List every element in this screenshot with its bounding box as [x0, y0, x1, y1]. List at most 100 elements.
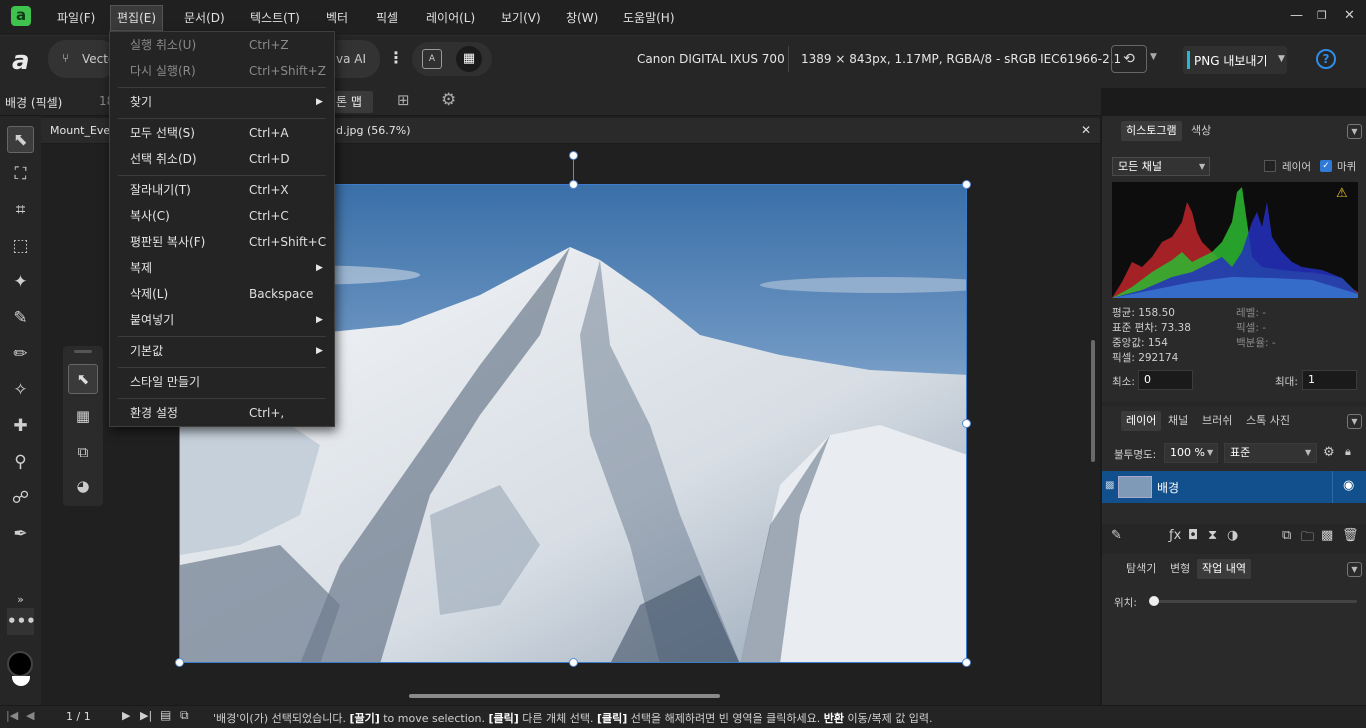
menu-item-cut[interactable]: 잘라내기(T) Ctrl+X — [110, 179, 334, 201]
smudge-icon[interactable]: ☍ — [7, 485, 34, 512]
warp-icon[interactable]: ◕ — [68, 472, 98, 500]
export-button[interactable]: PNG 내보내기 ▼ — [1183, 46, 1287, 74]
menu-text[interactable]: 텍스트(T) — [244, 8, 306, 28]
trash-icon[interactable]: 🗑︎ — [1342, 528, 1359, 543]
drag-handle[interactable] — [74, 350, 92, 353]
menu-window[interactable]: 창(W) — [560, 8, 604, 28]
menu-item-redo[interactable]: 다시 실행(R) Ctrl+Shift+Z — [110, 60, 334, 82]
menu-view[interactable]: 보기(V) — [495, 8, 547, 28]
channel-select[interactable]: 모든 채널 ▼ — [1112, 157, 1210, 176]
lock-icon[interactable]: 🔒︎ — [1345, 445, 1351, 459]
text-mode-icon[interactable]: A — [422, 49, 442, 69]
menu-item-copy-flattened[interactable]: 평판된 복사(F) Ctrl+Shift+C — [110, 231, 334, 253]
last-page-icon[interactable]: ▶| — [140, 709, 152, 722]
edit-layer-icon[interactable]: ✎ — [1111, 528, 1122, 543]
magic-wand-icon[interactable]: ✦ — [7, 269, 34, 296]
marquee-checkbox[interactable]: ✓ — [1320, 160, 1332, 172]
menu-item-select-all[interactable]: 모두 선택(S) Ctrl+A — [110, 122, 334, 144]
vector-persona-button[interactable]: ⑂ Vecto — [48, 40, 118, 78]
menu-document[interactable]: 문서(D) — [178, 8, 231, 28]
tab-histogram[interactable]: 히스토그램 — [1121, 121, 1182, 141]
fx-icon[interactable]: ƒx — [1169, 528, 1181, 543]
menu-item-undo[interactable]: 실행 취소(U) Ctrl+Z — [110, 34, 334, 56]
pointer-icon[interactable]: ⬉ — [7, 126, 34, 153]
menu-file[interactable]: 파일(F) — [51, 8, 101, 28]
tab-color[interactable]: 색상 — [1186, 121, 1216, 141]
chevron-down-icon[interactable]: ▼ — [1150, 52, 1157, 62]
close-document-icon[interactable]: ✕ — [1081, 123, 1091, 137]
layer-checkbox[interactable] — [1264, 160, 1276, 172]
selection-brush-icon[interactable]: ⌗ — [7, 197, 34, 224]
tab-brushes[interactable]: 브러쉬 — [1197, 411, 1237, 431]
studio-logo-icon[interactable]: a — [12, 46, 30, 76]
grid-icon[interactable]: ⊞ — [397, 91, 410, 109]
horizontal-scrollbar[interactable] — [409, 694, 720, 698]
menu-pixel[interactable]: 픽셀 — [370, 8, 404, 28]
close-icon[interactable]: ✕ — [1344, 8, 1355, 23]
more-icon[interactable]: ⋮ — [388, 48, 404, 67]
blend-mode-select[interactable]: 표준 ▼ — [1224, 443, 1317, 463]
menu-item-create-style[interactable]: 스타일 만들기 — [110, 371, 334, 393]
tab-stock-photos[interactable]: 스톡 사진 — [1241, 411, 1295, 431]
collapse-icon[interactable]: ▼ — [1347, 562, 1362, 577]
snapping-button[interactable]: ⟲ — [1111, 45, 1147, 73]
resize-handle-r[interactable] — [962, 419, 971, 428]
tab-history[interactable]: 작업 내역 — [1197, 559, 1251, 579]
menu-item-defaults[interactable]: 기본값 ▶ — [110, 340, 334, 362]
menu-item-delete[interactable]: 삭제(L) Backspace — [110, 283, 334, 305]
crop-icon[interactable]: ⛶ — [7, 161, 34, 188]
secondary-color[interactable] — [12, 676, 30, 686]
eye-icon[interactable]: ◉ — [1343, 478, 1354, 493]
menu-item-find[interactable]: 찾기 ▶ — [110, 91, 334, 113]
adjustment-icon[interactable]: ⧗ — [1208, 528, 1217, 543]
pages-icon[interactable]: ⧉ — [180, 708, 189, 723]
mesh-grid-icon[interactable]: ▦ — [68, 402, 98, 430]
menu-help[interactable]: 도움말(H) — [617, 8, 681, 28]
pointer-icon[interactable]: ⬉ — [68, 364, 98, 394]
resize-handle-br[interactable] — [962, 658, 971, 667]
grid-mode-icon[interactable]: ▦ — [456, 46, 482, 72]
rotate-handle[interactable] — [569, 151, 578, 160]
minimize-icon[interactable]: — — [1290, 8, 1303, 23]
help-icon[interactable]: ? — [1316, 49, 1336, 69]
tab-transform[interactable]: 변형 — [1165, 559, 1195, 579]
gear-icon[interactable]: ⚙ — [441, 90, 456, 110]
prev-page-icon[interactable]: ◀ — [26, 709, 34, 722]
color-swatch[interactable] — [7, 651, 33, 677]
first-page-icon[interactable]: |◀ — [6, 709, 18, 722]
collapse-icon[interactable]: ▼ — [1347, 414, 1362, 429]
stamp-icon[interactable]: ⚲ — [7, 449, 34, 476]
more-tools-icon[interactable]: ••• — [7, 608, 36, 635]
max-input[interactable]: 1 — [1302, 370, 1357, 390]
menu-item-duplicate[interactable]: 복제 ▶ — [110, 257, 334, 279]
menu-item-deselect[interactable]: 선택 취소(D) Ctrl+D — [110, 148, 334, 170]
menu-item-copy[interactable]: 복사(C) Ctrl+C — [110, 205, 334, 227]
collapse-icon[interactable]: ▼ — [1347, 124, 1362, 139]
layer-expand-icon[interactable]: ▩ — [1105, 480, 1114, 491]
pencil-icon[interactable]: ✏ — [7, 341, 34, 368]
perspective-grid-icon[interactable]: ⧉ — [68, 438, 98, 466]
vertical-scrollbar[interactable] — [1091, 340, 1095, 462]
dodge-icon[interactable]: ✧ — [7, 377, 34, 404]
document-tab-title[interactable]: Mount_Ever — [50, 124, 115, 137]
resize-handle-bl[interactable] — [175, 658, 184, 667]
canva-ai-button[interactable]: va AI — [330, 40, 380, 78]
pixel-layer-icon[interactable]: ▩ — [1321, 528, 1333, 543]
opacity-select[interactable]: 100 % ▼ — [1164, 443, 1218, 463]
tab-navigator[interactable]: 탐색기 — [1121, 559, 1161, 579]
mask-icon[interactable]: ◘ — [1188, 528, 1198, 543]
menu-vector[interactable]: 벡터 — [320, 8, 354, 28]
live-filter-icon[interactable]: ◑ — [1227, 528, 1238, 543]
tab-channels[interactable]: 채널 — [1163, 411, 1193, 431]
resize-handle-b[interactable] — [569, 658, 578, 667]
menu-edit[interactable]: 편집(E) — [110, 5, 164, 31]
pen-icon[interactable]: ✒ — [7, 521, 34, 548]
layer-row-background[interactable]: ▩ 배경 ◉ — [1102, 471, 1366, 503]
menu-item-preferences[interactable]: 환경 설정 Ctrl+, — [110, 402, 334, 424]
group-icon[interactable]: 🗀︎ — [1301, 528, 1314, 550]
history-slider[interactable] — [1152, 600, 1357, 603]
resize-handle-t[interactable] — [569, 180, 578, 189]
gear-icon[interactable]: ⚙ — [1323, 445, 1335, 460]
brush-icon[interactable]: ✎ — [7, 305, 34, 332]
min-input[interactable]: 0 — [1138, 370, 1193, 390]
